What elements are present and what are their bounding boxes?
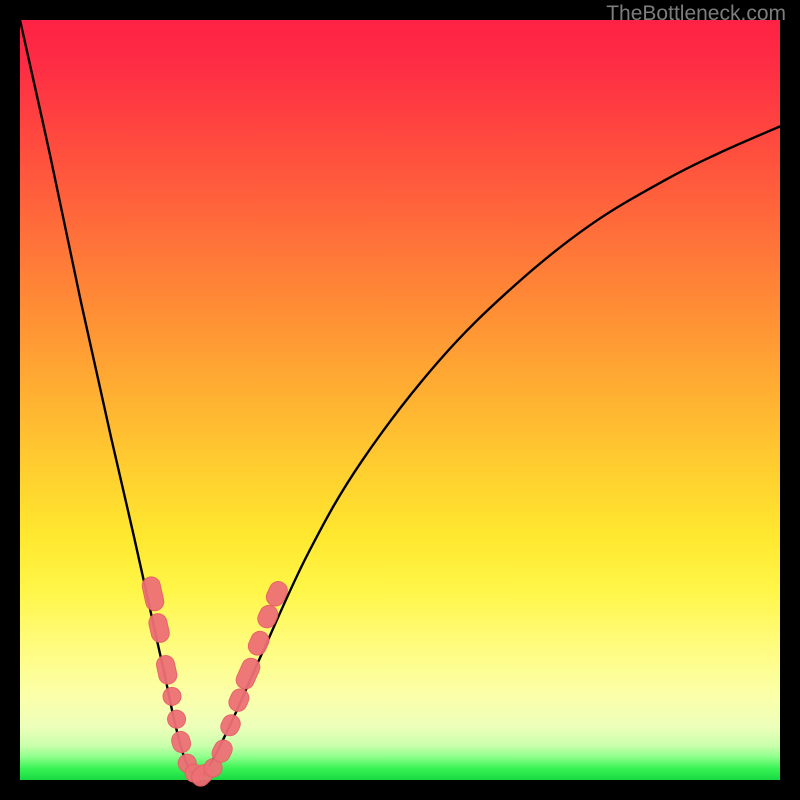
curve-marker [147, 612, 171, 644]
marker-layer [141, 575, 291, 790]
chart-overlay-svg [20, 20, 780, 780]
curve-marker [255, 602, 281, 630]
curve-marker [165, 708, 187, 730]
curve-marker [141, 575, 166, 612]
curve-marker [155, 654, 179, 686]
curve-marker [169, 729, 192, 755]
plot-frame: TheBottleneck.com [20, 20, 780, 780]
curve-marker [245, 628, 271, 658]
curve-marker [161, 686, 182, 707]
curve-marker [263, 579, 290, 609]
curve-marker [226, 686, 252, 714]
canvas-root: TheBottleneck.com [0, 0, 800, 800]
curve-marker [218, 712, 244, 739]
bottleneck-curve-path [20, 20, 780, 776]
